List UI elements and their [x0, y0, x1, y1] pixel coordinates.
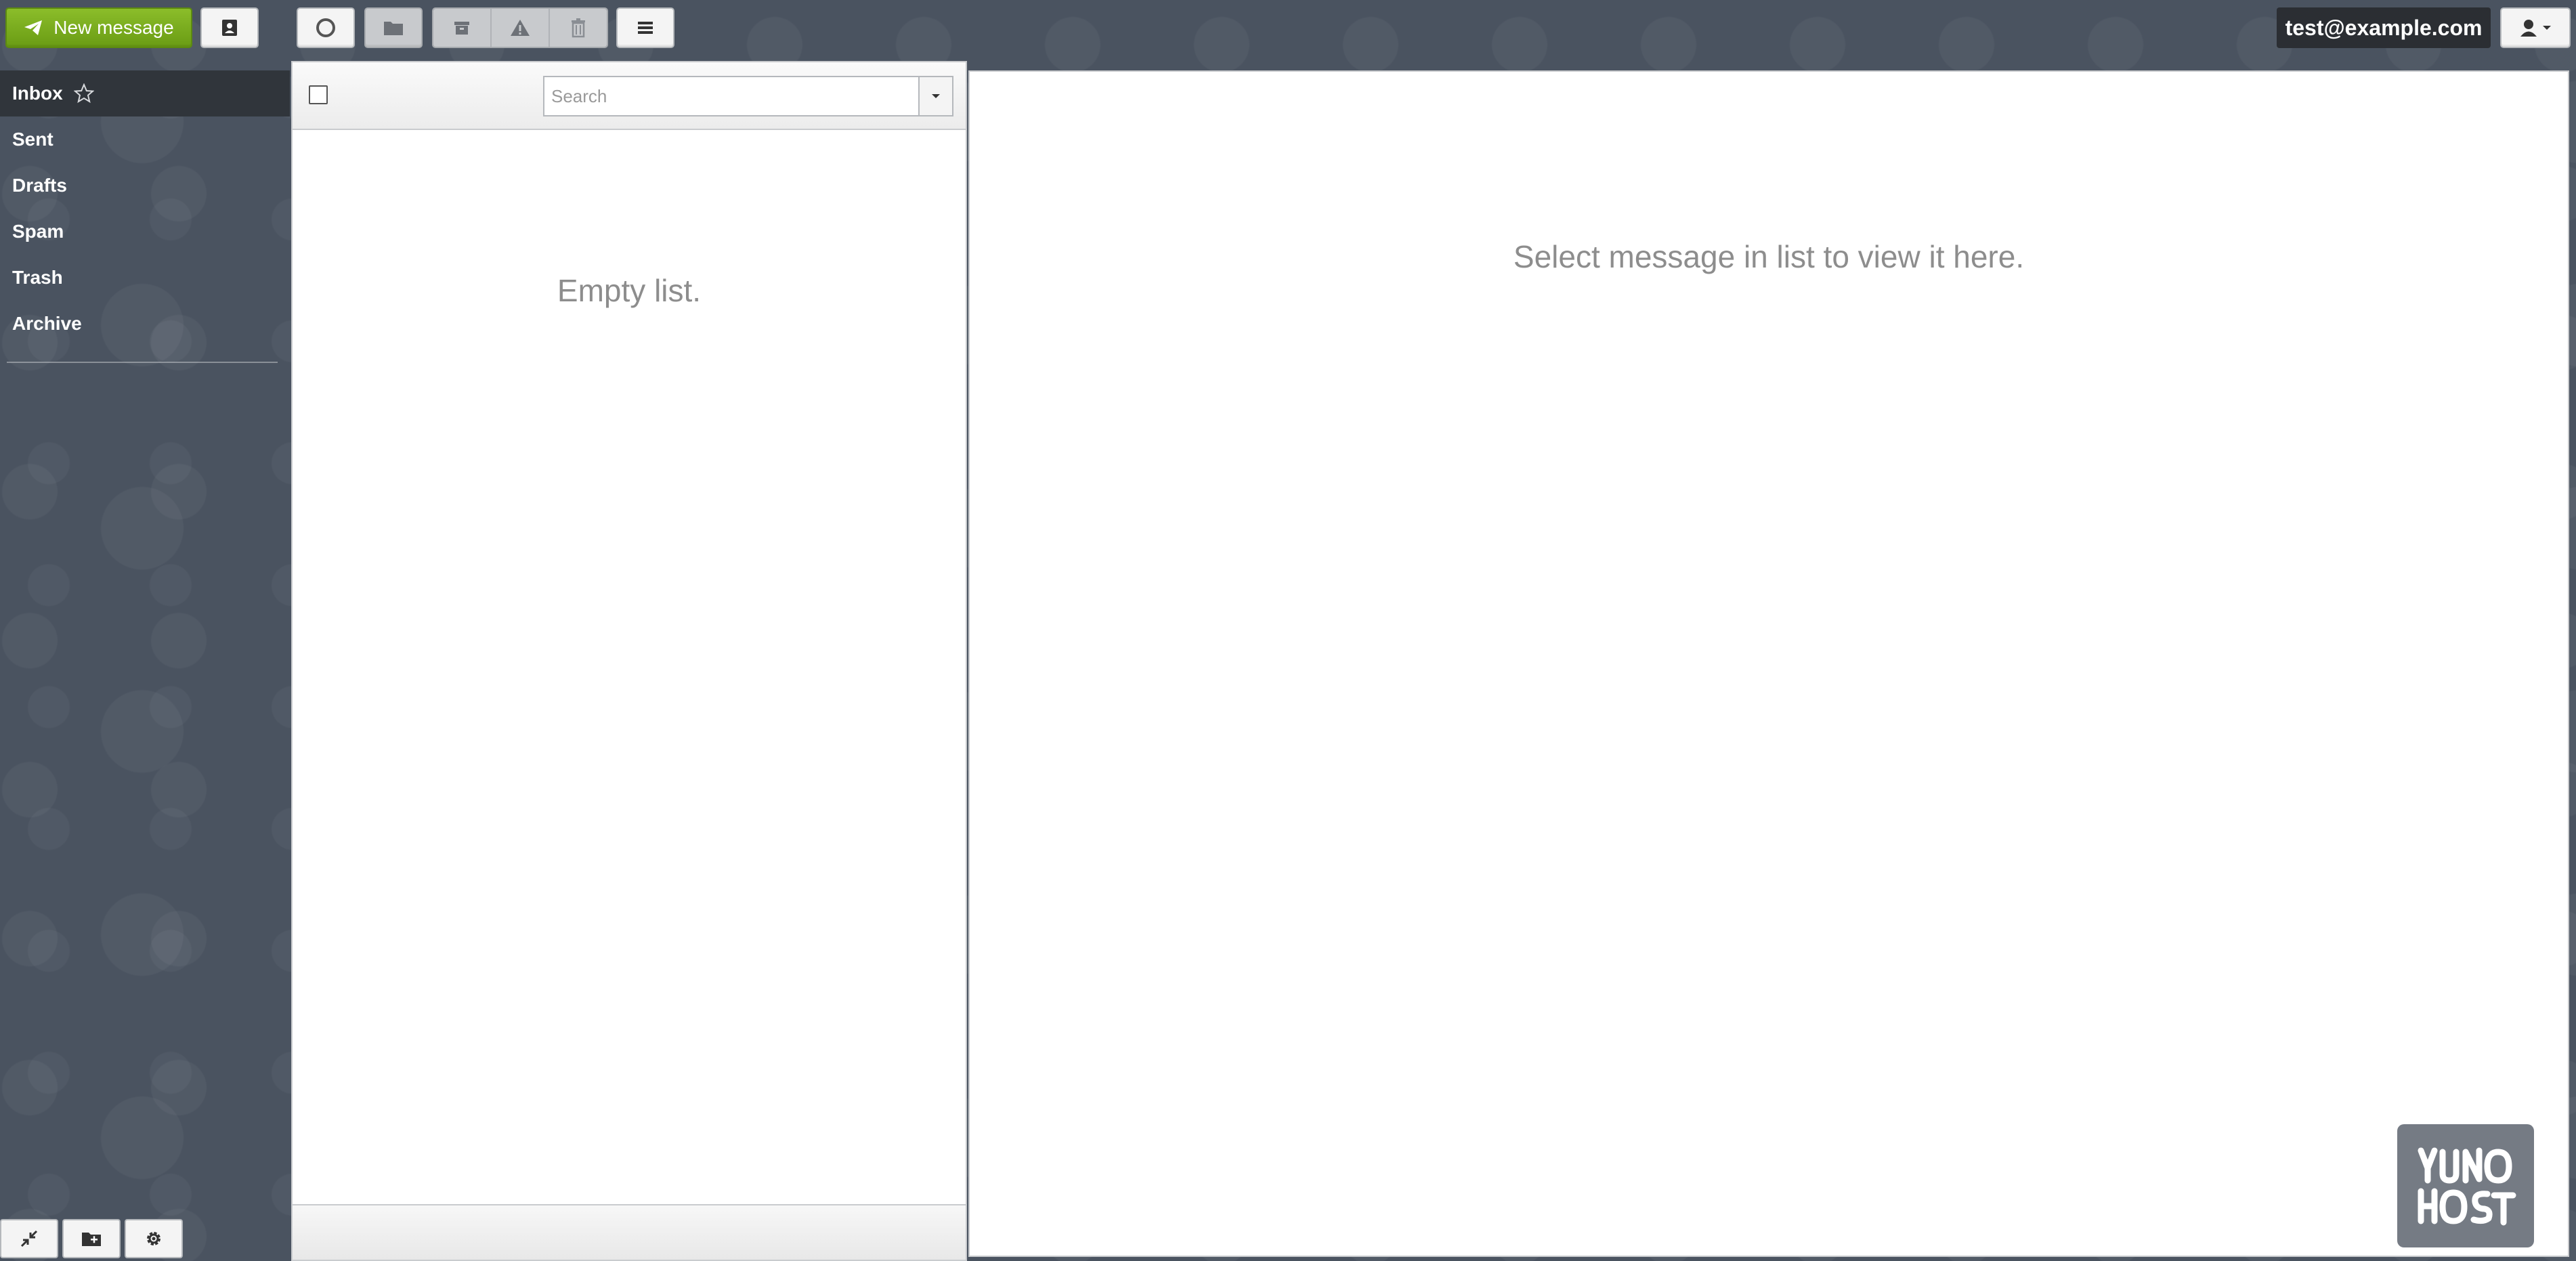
message-list-header [293, 62, 966, 130]
yunohost-logo-mark [2418, 1147, 2516, 1226]
message-list-panel: Empty list. [291, 61, 967, 1261]
yunohost-logo[interactable] [2397, 1124, 2534, 1247]
archive-box-icon [453, 20, 471, 36]
search-input[interactable] [544, 77, 918, 115]
sidebar-item-archive[interactable]: Archive [0, 301, 290, 347]
sidebar-item-label: Trash [12, 267, 63, 288]
chevron-down-icon [2542, 24, 2552, 31]
user-menu-button[interactable] [2500, 7, 2571, 48]
folder-icon [383, 20, 404, 36]
account-email: test@example.com [2277, 7, 2491, 48]
menu-icon [637, 20, 654, 35]
delete-button[interactable] [550, 9, 607, 47]
spam-button[interactable] [492, 9, 550, 47]
message-list-footer [293, 1204, 966, 1260]
collapse-sidebar-button[interactable] [0, 1219, 58, 1258]
select-all-checkbox[interactable] [309, 85, 328, 104]
paper-plane-icon [24, 20, 43, 36]
sidebar-item-sent[interactable]: Sent [0, 116, 290, 163]
message-actions-group [432, 7, 608, 48]
empty-list-message: Empty list. [557, 273, 702, 308]
trash-icon [570, 18, 586, 38]
contacts-button[interactable] [200, 7, 259, 48]
more-actions-button[interactable] [616, 7, 674, 48]
sidebar-bottom-toolbar [0, 1219, 183, 1260]
settings-button[interactable] [125, 1219, 183, 1258]
contacts-card-icon [220, 18, 239, 37]
sidebar-item-inbox[interactable]: Inbox [0, 70, 290, 116]
chevron-down-icon [931, 93, 941, 100]
sidebar-item-label: Drafts [12, 175, 67, 196]
new-message-button[interactable]: New message [5, 7, 192, 48]
search-options-button[interactable] [918, 77, 952, 115]
star-icon[interactable] [73, 83, 94, 104]
warning-icon [510, 18, 530, 37]
sidebar-divider [7, 362, 278, 363]
refresh-icon [315, 17, 337, 39]
sidebar-item-label: Inbox [12, 83, 63, 104]
search-box [543, 76, 953, 116]
top-toolbar: New message test@example.com [0, 0, 2576, 60]
sidebar-item-drafts[interactable]: Drafts [0, 163, 290, 209]
sidebar-item-label: Archive [12, 313, 82, 334]
sidebar-item-label: Sent [12, 129, 53, 150]
archive-button[interactable] [433, 9, 492, 47]
collapse-icon [20, 1230, 38, 1247]
preview-placeholder: Select message in list to view it here. [1513, 239, 2025, 274]
user-icon [2519, 18, 2538, 37]
gear-icon [144, 1229, 163, 1248]
refresh-button[interactable] [297, 7, 355, 48]
message-preview-panel: Select message in list to view it here. [968, 70, 2569, 1257]
sidebar-item-trash[interactable]: Trash [0, 255, 290, 301]
folder-sidebar: Inbox Sent Drafts Spam Trash Archive [0, 70, 290, 1261]
create-folder-button[interactable] [62, 1219, 121, 1258]
sidebar-item-label: Spam [12, 221, 64, 242]
move-to-folder-button[interactable] [364, 7, 423, 48]
new-message-label: New message [53, 17, 174, 38]
add-folder-icon [81, 1231, 102, 1247]
sidebar-item-spam[interactable]: Spam [0, 209, 290, 255]
